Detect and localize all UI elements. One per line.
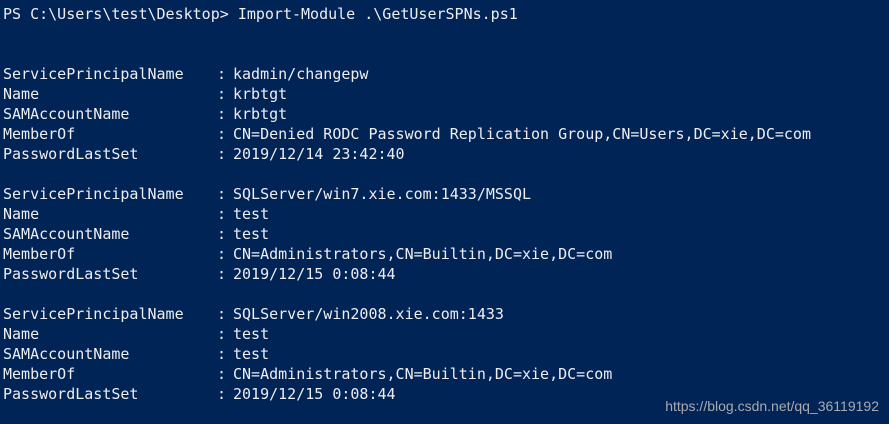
property-value: test [233,325,270,343]
property-name: SAMAccountName [3,105,130,123]
spn-record: ServicePrincipalName: SQLServer/win7.xie.… [3,184,889,284]
property-line: PasswordLastSet:2019/12/14 23:42:40 [3,144,889,164]
property-line: MemberOf: CN=Denied RODC Password Replica… [3,124,889,144]
property-separator: : [217,245,227,263]
property-value: test [233,205,270,223]
property-value: 2019/12/14 23:42:40 [233,145,405,163]
property-separator: : [217,205,227,223]
property-value: krbtgt [233,105,288,123]
watermark-text: https://blog.csdn.net/qq_36119192 [665,398,879,414]
property-separator: : [217,365,227,383]
property-name: Name [3,205,40,223]
property-name: SAMAccountName [3,345,130,363]
property-name: PasswordLastSet [3,385,139,403]
property-value: test [233,225,270,243]
property-value: 2019/12/15 0:08:44 [233,265,396,283]
property-line: ServicePrincipalName: SQLServer/win7.xie.… [3,184,889,204]
property-separator: : [217,345,227,363]
property-separator: : [217,305,227,323]
property-value: kadmin/changepw [233,65,369,83]
property-value: CN=Administrators,CN=Builtin,DC=xie,DC=c… [233,365,613,383]
property-name: MemberOf [3,125,76,143]
property-value: CN=Administrators,CN=Builtin,DC=xie,DC=c… [233,245,613,263]
property-line: ServicePrincipalName: kadmin/changepw [3,64,889,84]
property-separator: : [217,385,227,403]
property-name: ServicePrincipalName [3,305,184,323]
property-line: SAMAccountName: test [3,224,889,244]
property-name: Name [3,325,40,343]
output-records: ServicePrincipalName: kadmin/changepw Name… [3,64,889,404]
property-name: MemberOf [3,245,76,263]
property-separator: : [217,225,227,243]
property-separator: : [217,185,227,203]
property-name: PasswordLastSet [3,265,139,283]
property-line: PasswordLastSet:2019/12/15 0:08:44 [3,264,889,284]
spn-record: ServicePrincipalName: kadmin/changepw Name… [3,64,889,164]
property-separator: : [217,105,227,123]
property-separator: : [217,125,227,143]
property-value: SQLServer/win2008.xie.com:1433 [233,305,504,323]
prompt-path: PS C:\Users\test\Desktop> [3,5,229,23]
property-value: 2019/12/15 0:08:44 [233,385,396,403]
property-line: MemberOf: CN=Administrators,CN=Builtin,DC… [3,244,889,264]
property-separator: : [217,325,227,343]
property-separator: : [217,265,227,283]
property-name: ServicePrincipalName [3,185,184,203]
property-line: Name: test [3,204,889,224]
property-line: Name: krbtgt [3,84,889,104]
property-line: Name: test [3,324,889,344]
property-separator: : [217,65,227,83]
property-name: PasswordLastSet [3,145,139,163]
property-separator: : [217,145,227,163]
spn-record: ServicePrincipalName: SQLServer/win2008.x… [3,304,889,404]
property-name: Name [3,85,40,103]
property-line: SAMAccountName: test [3,344,889,364]
command-prompt-line: PS C:\Users\test\Desktop> Import-Module … [3,4,889,24]
property-name: ServicePrincipalName [3,65,184,83]
command-text: Import-Module .\GetUserSPNs.ps1 [237,5,518,23]
property-name: MemberOf [3,365,76,383]
property-name: SAMAccountName [3,225,130,243]
property-line: SAMAccountName: krbtgt [3,104,889,124]
property-value: krbtgt [233,85,288,103]
property-value: test [233,345,270,363]
property-value: CN=Denied RODC Password Replication Grou… [233,125,811,143]
property-value: SQLServer/win7.xie.com:1433/MSSQL [233,185,532,203]
property-line: ServicePrincipalName: SQLServer/win2008.x… [3,304,889,324]
powershell-console[interactable]: PS C:\Users\test\Desktop> Import-Module … [0,0,889,424]
property-line: MemberOf: CN=Administrators,CN=Builtin,DC… [3,364,889,384]
property-separator: : [217,85,227,103]
